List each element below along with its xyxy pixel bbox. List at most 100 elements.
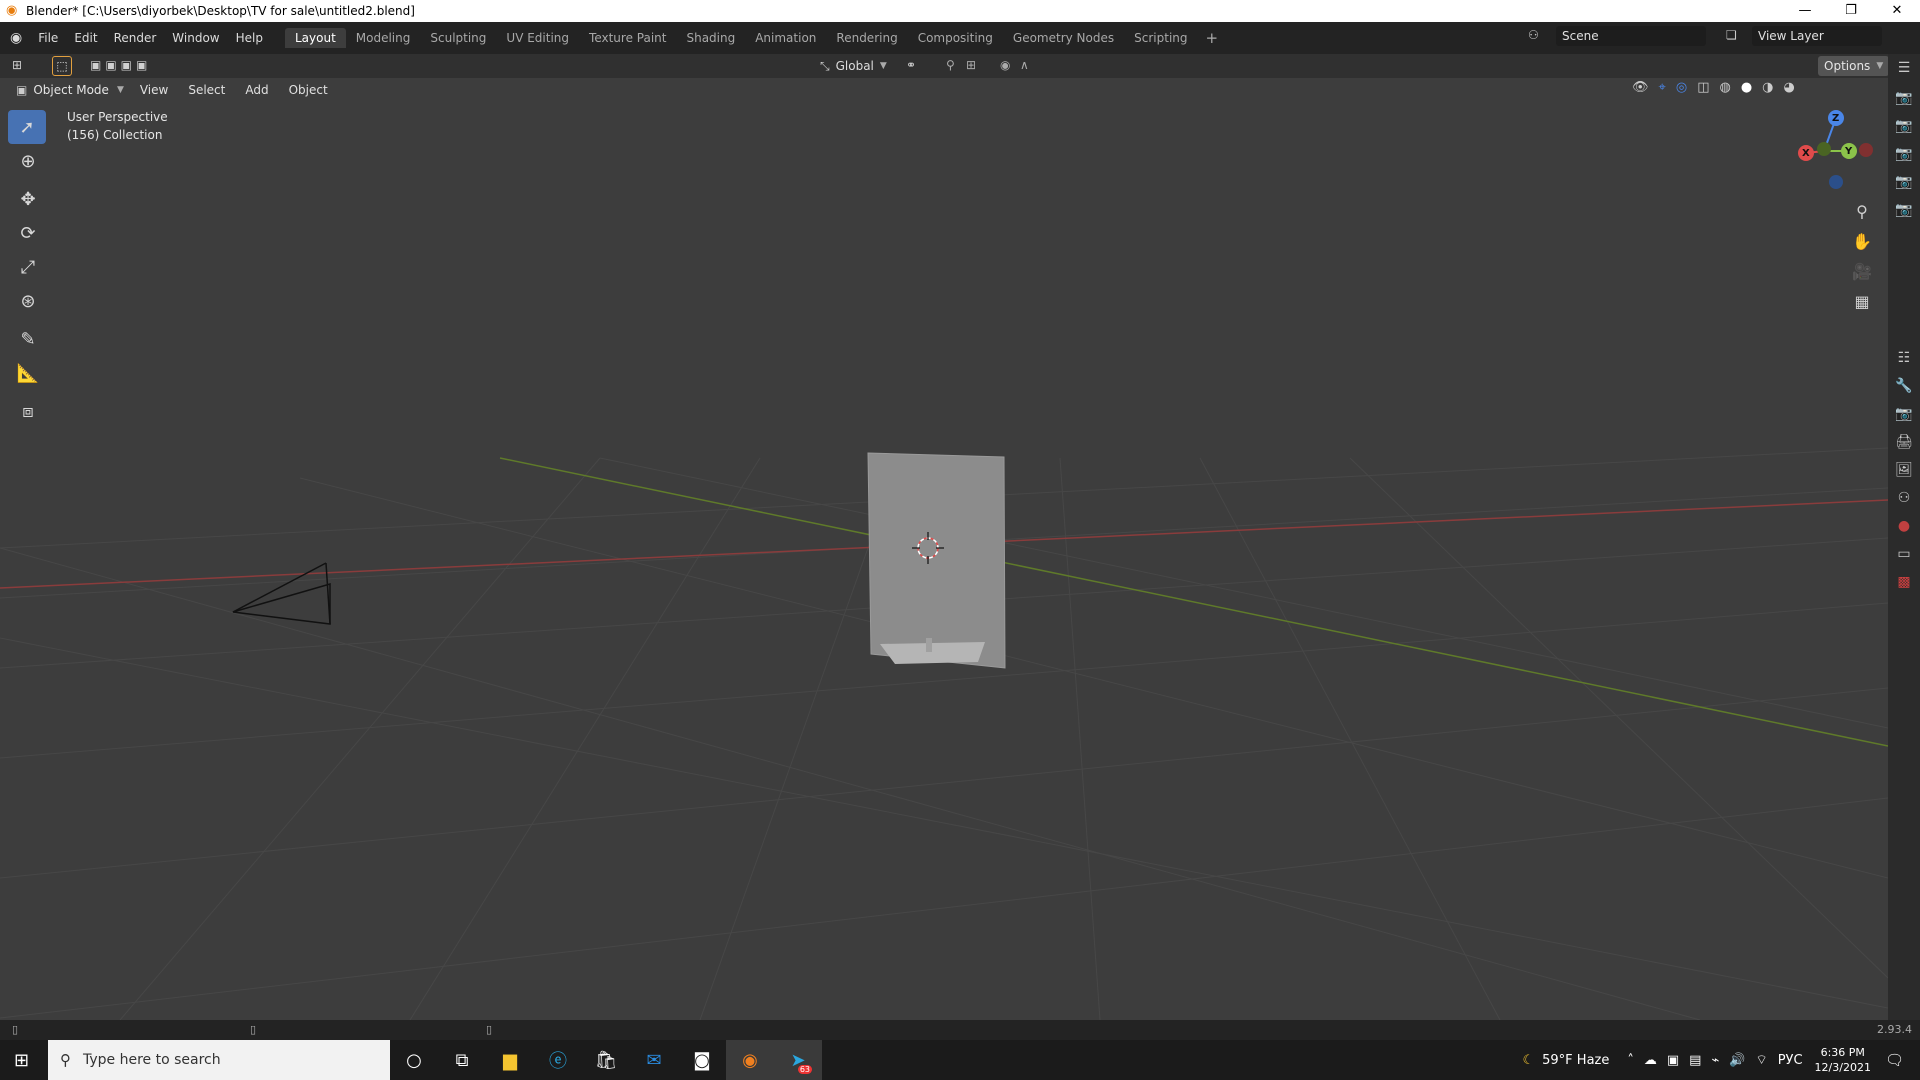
menu-file[interactable]: File — [30, 31, 66, 45]
wireframe-shading-icon[interactable]: ◍ — [1719, 80, 1730, 95]
transform-tool-icon[interactable]: ⊛ — [8, 284, 48, 318]
options-dropdown[interactable]: Options ▼ — [1818, 56, 1890, 76]
collection-visibility-icon[interactable]: 📷 — [1888, 84, 1920, 112]
collection-visibility-icon-2[interactable]: 📷 — [1888, 112, 1920, 140]
mail-icon[interactable]: ✉ — [630, 1040, 678, 1080]
move-tool-icon[interactable]: ✥ — [8, 182, 48, 216]
clock[interactable]: 6:36 PM 12/3/2021 — [1815, 1045, 1871, 1075]
tab-uv-editing[interactable]: UV Editing — [496, 28, 579, 48]
add-cube-tool-icon[interactable]: ⧈ — [8, 394, 48, 428]
tab-sculpting[interactable]: Sculpting — [420, 28, 496, 48]
add-workspace-icon[interactable]: + — [1198, 29, 1227, 47]
tab-shading[interactable]: Shading — [676, 28, 745, 48]
view-layer-selector[interactable]: View Layer — [1752, 26, 1882, 46]
proportional-edit-icon[interactable]: ◉ — [1000, 58, 1010, 72]
tab-compositing[interactable]: Compositing — [908, 28, 1003, 48]
telegram-taskbar-icon[interactable]: ➤ 63 — [774, 1040, 822, 1080]
file-explorer-icon[interactable]: ▆ — [486, 1040, 534, 1080]
collection-visibility-icon-5[interactable]: 📷 — [1888, 196, 1920, 224]
overlay-toggle-icon[interactable]: ◎ — [1676, 80, 1687, 95]
gizmo-toggle-icon[interactable]: ⌖ — [1659, 80, 1666, 95]
snap-target-icon[interactable]: ⊞ — [966, 58, 976, 72]
rotate-tool-icon[interactable]: ⟳ — [8, 216, 48, 250]
selection-mode-icons[interactable]: ▣▣▣▣ — [90, 58, 151, 72]
tab-modeling[interactable]: Modeling — [346, 28, 421, 48]
menu-add[interactable]: Add — [235, 83, 278, 97]
language-indicator[interactable]: РУС — [1778, 1053, 1803, 1068]
tab-layout[interactable]: Layout — [284, 28, 346, 48]
edge-icon[interactable]: ⓔ — [534, 1040, 582, 1080]
menu-window[interactable]: Window — [164, 31, 227, 45]
tool-properties-icon[interactable]: 🔧 — [1888, 372, 1920, 400]
render-properties-icon[interactable]: 📷 — [1888, 400, 1920, 428]
app-icon[interactable]: ◙ — [678, 1040, 726, 1080]
world-properties-icon[interactable]: ● — [1888, 512, 1920, 540]
close-window-button[interactable]: ✕ — [1874, 0, 1920, 22]
snap-icon[interactable]: ⚲ — [946, 58, 955, 72]
tv-object[interactable] — [867, 452, 1006, 669]
menu-object[interactable]: Object — [279, 83, 338, 97]
visibility-icon[interactable]: 👁 — [1632, 80, 1649, 95]
tab-scripting[interactable]: Scripting — [1124, 28, 1197, 48]
pivot-icon[interactable]: ⚭ — [906, 58, 916, 72]
select-box-tool-icon[interactable]: ➚ — [8, 110, 46, 144]
store-icon[interactable]: 🛍 — [582, 1040, 630, 1080]
view-layer-icon[interactable]: ❏ — [1726, 28, 1737, 42]
menu-help[interactable]: Help — [228, 31, 271, 45]
zoom-icon[interactable]: ⚲ — [1846, 196, 1878, 226]
tray-app-icon-2[interactable]: ▤ — [1689, 1053, 1701, 1068]
texture-properties-icon[interactable]: ▩ — [1888, 568, 1920, 596]
weather-text[interactable]: 59°F Haze — [1542, 1053, 1609, 1068]
orientation-dropdown[interactable]: ⤡ Global ▼ — [820, 56, 887, 76]
camera-view-icon[interactable]: 🎥 — [1846, 256, 1878, 286]
mode-dropdown[interactable]: ▣ Object Mode ▼ — [10, 80, 130, 100]
material-shading-icon[interactable]: ◑ — [1762, 80, 1773, 95]
scale-tool-icon[interactable]: ⤢ — [8, 250, 48, 284]
output-properties-icon[interactable]: 🖨 — [1888, 428, 1920, 456]
task-view-icon[interactable]: ⧉ — [438, 1040, 486, 1080]
menu-select[interactable]: Select — [178, 83, 235, 97]
restore-button[interactable]: ❐ — [1828, 0, 1874, 22]
xray-icon[interactable]: ◫ — [1697, 80, 1709, 95]
select-tool-icon[interactable]: ⬚ — [52, 56, 72, 76]
scene-properties-icon[interactable]: ⚇ — [1888, 484, 1920, 512]
cursor-tool-icon[interactable]: ⊕ — [8, 144, 48, 178]
solid-shading-icon[interactable]: ● — [1741, 80, 1752, 95]
volume-icon[interactable]: 🔊 — [1729, 1053, 1745, 1068]
scene-selector[interactable]: Scene — [1556, 26, 1706, 46]
collection-visibility-icon-3[interactable]: 📷 — [1888, 140, 1920, 168]
tray-chevron-icon[interactable]: ˄ — [1627, 1053, 1634, 1068]
tab-geometry-nodes[interactable]: Geometry Nodes — [1003, 28, 1124, 48]
rendered-shading-icon[interactable]: ◕ — [1784, 80, 1795, 95]
onedrive-icon[interactable]: ☁ — [1644, 1053, 1657, 1068]
tab-rendering[interactable]: Rendering — [826, 28, 907, 48]
menu-view[interactable]: View — [130, 83, 178, 97]
properties-editor-icon[interactable]: ☷ — [1888, 344, 1920, 372]
collection-visibility-icon-4[interactable]: 📷 — [1888, 168, 1920, 196]
minimize-button[interactable]: — — [1782, 0, 1828, 22]
outliner-toggle-icon[interactable]: ☰ — [1888, 54, 1920, 82]
cortana-icon[interactable]: ○ — [390, 1040, 438, 1080]
menu-render[interactable]: Render — [106, 31, 165, 45]
falloff-icon[interactable]: ∧ — [1020, 58, 1029, 72]
collection-properties-icon[interactable]: ▭ — [1888, 540, 1920, 568]
camera-object[interactable] — [232, 562, 331, 625]
tray-app-icon[interactable]: ▣ — [1667, 1053, 1679, 1068]
scene-icon[interactable]: ⚇ — [1528, 28, 1539, 42]
annotate-tool-icon[interactable]: ✎ — [8, 322, 48, 356]
tab-animation[interactable]: Animation — [745, 28, 826, 48]
network-icon[interactable]: ⌁ — [1711, 1053, 1719, 1068]
tab-texture-paint[interactable]: Texture Paint — [579, 28, 676, 48]
menu-edit[interactable]: Edit — [66, 31, 105, 45]
blender-taskbar-icon[interactable]: ◉ — [726, 1040, 774, 1080]
taskbar-search-box[interactable]: ⚲ Type here to search — [48, 1040, 390, 1080]
measure-tool-icon[interactable]: 📐 — [8, 356, 48, 390]
editor-type-icon[interactable]: ⊞ — [12, 58, 22, 72]
blender-menu-icon[interactable]: ◉ — [10, 30, 22, 46]
windows-start-icon[interactable]: ⊞ — [14, 1050, 29, 1071]
3d-viewport[interactable]: User Perspective (156) Collection Z Y X — [0, 78, 1888, 1020]
wifi-icon[interactable]: ⌔ — [1755, 1052, 1767, 1068]
view-layer-properties-icon[interactable]: 🖼 — [1888, 456, 1920, 484]
ortho-grid-icon[interactable]: ▦ — [1846, 286, 1878, 316]
pan-hand-icon[interactable]: ✋ — [1846, 226, 1878, 256]
